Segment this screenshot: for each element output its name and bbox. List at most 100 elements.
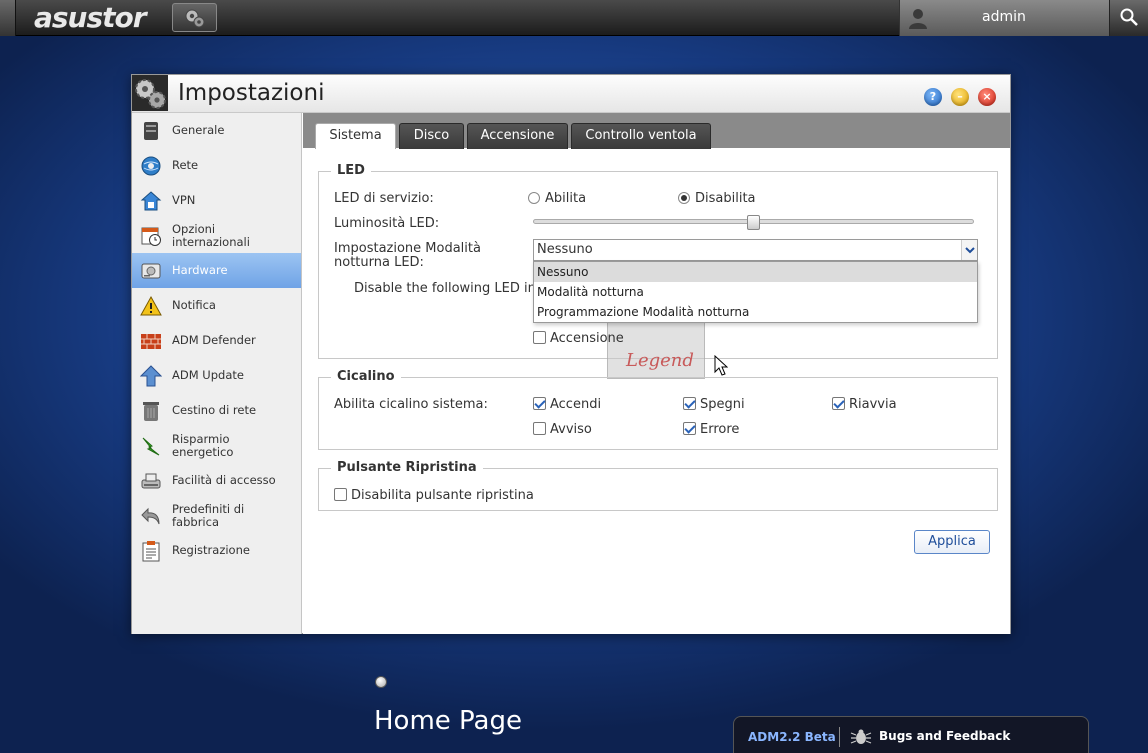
footer-bar: ADM2.2 Beta Bugs and Feedback bbox=[733, 716, 1089, 753]
sidebar-item-adm-update[interactable]: ADM Update bbox=[132, 358, 301, 393]
hard-drive-icon bbox=[141, 263, 161, 278]
dropdown-arrow[interactable] bbox=[961, 240, 977, 260]
trash-icon bbox=[143, 401, 159, 421]
page-indicator-dot[interactable] bbox=[375, 676, 387, 688]
buzzer-spegni-label: Spegni bbox=[700, 397, 745, 412]
search-icon bbox=[1120, 8, 1138, 26]
sidebar-item-adm-defender[interactable]: ADM Defender bbox=[132, 323, 301, 358]
reset-disable-checkbox[interactable] bbox=[334, 488, 347, 501]
lightning-icon bbox=[142, 437, 160, 455]
buzzer-accendi-checkbox[interactable] bbox=[533, 397, 546, 410]
settings-app-icon[interactable] bbox=[172, 3, 217, 32]
sidebar-item-label: Hardware bbox=[172, 263, 228, 277]
tab-controllo-ventola[interactable]: Controllo ventola bbox=[571, 123, 711, 149]
sidebar-item-label: ADM Defender bbox=[172, 333, 256, 347]
sidebar-item-generale[interactable]: Generale bbox=[132, 113, 301, 148]
footer-divider bbox=[839, 727, 840, 747]
sidebar-item-label: Opzioni internazionali bbox=[172, 221, 250, 249]
sidebar-item-rete[interactable]: Rete bbox=[132, 148, 301, 183]
disable-led-label: Disable the following LED inc bbox=[354, 281, 543, 296]
sidebar-item-label: Notifica bbox=[172, 298, 216, 312]
dropdown-option[interactable]: Programmazione Modalità notturna bbox=[534, 302, 977, 322]
sidebar-toggle[interactable] bbox=[0, 0, 16, 36]
sidebar-item-label: Predefiniti di fabbrica bbox=[172, 501, 245, 529]
buzzer-avviso-checkbox[interactable] bbox=[533, 422, 546, 435]
update-arrow-icon bbox=[140, 364, 162, 386]
apply-button[interactable]: Applica bbox=[914, 530, 990, 554]
night-mode-dropdown: Nessuno Modalità notturna Programmazione… bbox=[533, 261, 978, 323]
sidebar-item-label: Generale bbox=[172, 123, 225, 137]
sidebar-item-risparmio-energetico[interactable]: Risparmio energetico bbox=[132, 428, 301, 463]
buzzer-errore-checkbox[interactable] bbox=[683, 422, 696, 435]
sidebar-item-vpn[interactable]: VPN bbox=[132, 183, 301, 218]
tab-disco[interactable]: Disco bbox=[399, 123, 464, 149]
led-power-checkbox[interactable] bbox=[533, 331, 546, 344]
tab-accensione[interactable]: Accensione bbox=[467, 123, 568, 149]
adm-version: ADM2.2 Beta bbox=[748, 730, 836, 744]
help-button[interactable]: ? bbox=[924, 88, 942, 106]
night-mode-label-line2: notturna LED: bbox=[334, 255, 424, 270]
sidebar-item-label: VPN bbox=[172, 193, 196, 207]
chevron-down-icon bbox=[965, 247, 975, 254]
led-enable-label: Abilita bbox=[545, 191, 587, 206]
led-disable-radio[interactable] bbox=[678, 192, 690, 204]
window-title: Impostazioni bbox=[178, 80, 325, 106]
sidebar-item-label: Cestino di rete bbox=[172, 403, 257, 417]
asustor-logo: asustor bbox=[34, 1, 147, 34]
sidebar-item-hardware[interactable]: Hardware bbox=[132, 253, 301, 288]
led-enable-radio[interactable] bbox=[528, 192, 540, 204]
buzzer-label: Abilita cicalino sistema: bbox=[334, 397, 488, 412]
sidebar-item-label: Facilità di accesso bbox=[172, 473, 276, 487]
sidebar-item-predefiniti-di-fabbrica[interactable]: Predefiniti di fabbrica bbox=[132, 498, 301, 533]
mouse-cursor-icon bbox=[714, 355, 728, 376]
settings-window: Impostazioni ? – × Generale Rete VPN Opz… bbox=[131, 74, 1011, 634]
dropdown-option[interactable]: Nessuno bbox=[534, 262, 977, 282]
reset-legend: Pulsante Ripristina bbox=[331, 460, 483, 475]
night-mode-selected: Nessuno bbox=[537, 242, 593, 257]
username: admin bbox=[982, 9, 1026, 25]
calendar-clock-icon bbox=[141, 227, 161, 246]
buzzer-fieldset: Cicalino bbox=[318, 369, 998, 450]
minimize-button[interactable]: – bbox=[951, 88, 969, 106]
window-header[interactable]: Impostazioni ? – × bbox=[132, 75, 1010, 113]
buzzer-legend: Cicalino bbox=[331, 369, 401, 384]
sidebar-item-label: Registrazione bbox=[172, 543, 250, 557]
tab-sistema[interactable]: Sistema bbox=[315, 123, 396, 149]
user-menu[interactable]: admin bbox=[899, 0, 1109, 36]
night-mode-label: Impostazione Modalità notturna LED: bbox=[334, 242, 481, 270]
night-mode-select[interactable]: Nessuno bbox=[533, 239, 978, 261]
home-page-label[interactable]: Home Page bbox=[374, 706, 522, 736]
sidebar-item-label: Rete bbox=[172, 158, 199, 172]
sidebar-item-opzioni-internazionali[interactable]: Opzioni internazionali bbox=[132, 218, 301, 253]
close-button[interactable]: × bbox=[978, 88, 996, 106]
sidebar-item-facilita-di-accesso[interactable]: Facilità di accesso bbox=[132, 463, 301, 498]
clipboard-icon bbox=[142, 540, 160, 561]
firewall-icon bbox=[141, 333, 161, 349]
sidebar-item-label: Risparmio energetico bbox=[172, 431, 234, 459]
top-bar: asustor admin bbox=[0, 0, 1148, 36]
buzzer-accendi-label: Accendi bbox=[550, 397, 602, 412]
search-button[interactable] bbox=[1109, 0, 1148, 36]
vpn-icon bbox=[140, 190, 162, 210]
buzzer-errore-label: Errore bbox=[700, 422, 740, 437]
bug-icon[interactable] bbox=[850, 728, 872, 746]
led-legend: LED bbox=[331, 163, 371, 178]
undo-icon bbox=[141, 507, 160, 524]
gears-icon bbox=[185, 9, 204, 27]
dropdown-option[interactable]: Modalità notturna bbox=[534, 282, 977, 302]
sidebar-item-registrazione[interactable]: Registrazione bbox=[132, 533, 301, 568]
buzzer-riavvia-checkbox[interactable] bbox=[832, 397, 845, 410]
sidebar-item-cestino-di-rete[interactable]: Cestino di rete bbox=[132, 393, 301, 428]
night-mode-label-line1: Impostazione Modalità bbox=[334, 241, 481, 256]
buzzer-avviso-label: Avviso bbox=[550, 422, 592, 437]
gears-icon bbox=[132, 75, 168, 111]
bugs-feedback-link[interactable]: Bugs and Feedback bbox=[879, 729, 1010, 743]
settings-sidebar: Generale Rete VPN Opzioni internazionali… bbox=[132, 113, 302, 634]
slider-thumb[interactable] bbox=[747, 215, 760, 230]
settings-content: Sistema Disco Accensione Controllo vento… bbox=[303, 113, 1010, 634]
led-disable-label: Disabilita bbox=[695, 191, 756, 206]
svg-text:Legend: Legend bbox=[625, 350, 694, 371]
user-icon bbox=[909, 9, 927, 29]
buzzer-spegni-checkbox[interactable] bbox=[683, 397, 696, 410]
sidebar-item-notifica[interactable]: Notifica bbox=[132, 288, 301, 323]
